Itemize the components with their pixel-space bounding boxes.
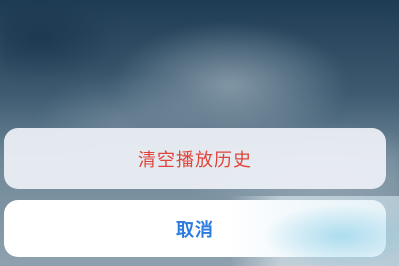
cancel-button[interactable]: 取消 <box>4 200 386 257</box>
screen: 清空播放历史 取消 <box>0 0 399 266</box>
clear-history-button[interactable]: 清空播放历史 <box>4 128 386 189</box>
clear-history-label: 清空播放历史 <box>138 149 252 171</box>
cancel-label: 取消 <box>176 219 214 241</box>
